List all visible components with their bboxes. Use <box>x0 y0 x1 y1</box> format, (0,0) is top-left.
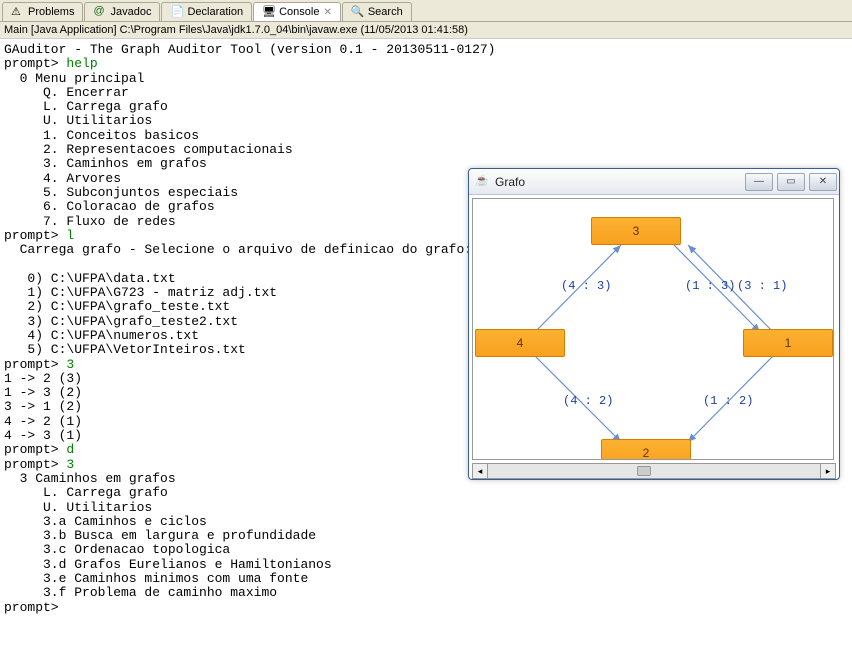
tab-bar: ⚠Problems @Javadoc 📄Declaration 🖥Console… <box>0 0 852 22</box>
close-button[interactable]: ✕ <box>809 173 837 191</box>
graph-canvas[interactable]: 3 1 2 4 (4 : 3) (1 : 3) (3 : 1) (4 : 2) … <box>472 198 834 460</box>
tab-javadoc[interactable]: @Javadoc <box>84 2 160 21</box>
scroll-right-button[interactable]: ▸ <box>820 463 836 479</box>
tab-declaration[interactable]: 📄Declaration <box>161 2 252 21</box>
scroll-thumb[interactable] <box>637 466 651 476</box>
at-icon: @ <box>93 5 107 19</box>
graph-window-title: Grafo <box>495 175 745 189</box>
graph-node-2[interactable]: 2 <box>601 439 691 460</box>
close-icon[interactable]: ✕ <box>323 7 331 18</box>
edge-label-1-3: (1 : 3) <box>685 279 735 293</box>
scroll-track[interactable] <box>488 463 820 479</box>
warning-icon: ⚠ <box>11 5 25 19</box>
java-icon: ☕ <box>475 174 491 190</box>
maximize-button[interactable]: ▭ <box>777 173 805 191</box>
tab-console[interactable]: 🖥Console✕ <box>253 2 341 21</box>
tab-problems[interactable]: ⚠Problems <box>2 2 83 21</box>
declaration-icon: 📄 <box>170 5 184 19</box>
graph-window[interactable]: ☕ Grafo — ▭ ✕ 3 1 2 4 (4 : 3) (1 : 3) (3… <box>468 168 840 480</box>
horizontal-scrollbar[interactable]: ◂ ▸ <box>472 463 836 479</box>
scroll-left-button[interactable]: ◂ <box>472 463 488 479</box>
minimize-button[interactable]: — <box>745 173 773 191</box>
graph-node-4[interactable]: 4 <box>475 329 565 357</box>
tab-search[interactable]: 🔍Search <box>342 2 412 21</box>
edge-label-4-3: (4 : 3) <box>561 279 611 293</box>
edge-label-1-2: (1 : 2) <box>703 394 753 408</box>
launch-info-bar: Main [Java Application] C:\Program Files… <box>0 22 852 39</box>
graph-window-titlebar[interactable]: ☕ Grafo — ▭ ✕ <box>469 169 839 195</box>
console-icon: 🖥 <box>262 5 276 19</box>
search-icon: 🔍 <box>351 5 365 19</box>
edge-label-4-2: (4 : 2) <box>563 394 613 408</box>
graph-node-1[interactable]: 1 <box>743 329 833 357</box>
graph-node-3[interactable]: 3 <box>591 217 681 245</box>
edge-label-3-1: (3 : 1) <box>737 279 787 293</box>
